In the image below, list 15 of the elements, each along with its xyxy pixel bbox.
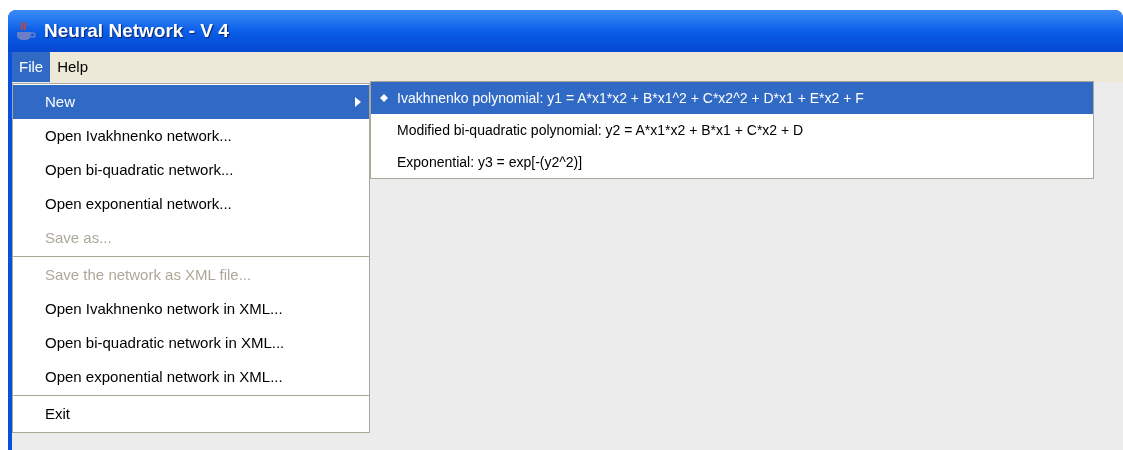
coffee-cup-icon — [14, 20, 36, 42]
menu-entry[interactable]: Exponential: y3 = exp[-(y2^2)] — [371, 146, 1093, 178]
menu-item[interactable]: Help — [50, 52, 96, 82]
menu-entry[interactable]: Open Ivakhnenko network... — [13, 119, 369, 153]
menu-entry[interactable]: Modified bi-quadratic polynomial: y2 = A*x1*x2 + B*x1 + C*x2 + D — [371, 114, 1093, 146]
menu-entry[interactable]: Open exponential network... — [13, 187, 369, 221]
menu-entry[interactable]: Open bi-quadratic network in XML... — [13, 326, 369, 360]
menu-entry[interactable]: Exit — [13, 397, 369, 431]
menu-entry[interactable]: Open Ivakhnenko network in XML... — [13, 292, 369, 326]
menu-entry[interactable]: New — [13, 85, 369, 119]
menu-entry[interactable]: Open exponential network in XML... — [13, 360, 369, 394]
menu-entry[interactable]: Open bi-quadratic network... — [13, 153, 369, 187]
menu-item[interactable]: File — [12, 52, 51, 82]
menu-entry[interactable]: Ivakhnenko polynomial: y1 = A*x1*x2 + B*x1^2 + C*x2^2 + D*x1 + E*x2 + F — [371, 82, 1093, 114]
window-title: Neural Network - V 4 — [44, 18, 229, 43]
